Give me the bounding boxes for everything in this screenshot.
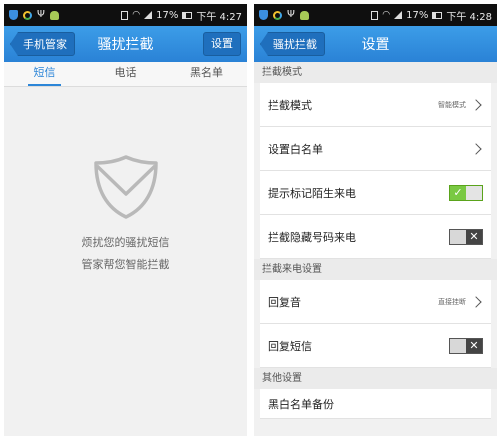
chevron-right-icon bbox=[470, 142, 482, 155]
screen-harassment-interception: Ψ ◠ 17% 下午 4:27 手机管家 骚扰拦截 设置 短信 电话 黑名单 烦… bbox=[4, 4, 247, 436]
battery-icon bbox=[432, 11, 443, 19]
usb-icon: Ψ bbox=[37, 9, 45, 20]
close-icon: ✕ bbox=[466, 338, 482, 353]
row-reply-sms: 回复短信 ✕ bbox=[260, 324, 491, 368]
usb-icon: Ψ bbox=[287, 9, 295, 20]
android-icon bbox=[299, 10, 309, 20]
clock: 下午 4:27 bbox=[196, 11, 242, 23]
tab-calls[interactable]: 电话 bbox=[85, 62, 166, 86]
shield-icon bbox=[9, 10, 18, 20]
wifi-icon: ◠ bbox=[382, 10, 391, 20]
toggle-block-hidden-numbers[interactable]: ✕ bbox=[449, 228, 483, 245]
clock: 下午 4:28 bbox=[446, 11, 492, 23]
signal-icon bbox=[394, 11, 403, 19]
row-reply-tone[interactable]: 回复音 直接挂断 bbox=[260, 280, 491, 324]
row-backup-lists[interactable]: 黑白名单备份 bbox=[260, 389, 491, 419]
toggle-reply-sms[interactable]: ✕ bbox=[449, 337, 483, 354]
empty-text-line2: 管家帮您智能拦截 bbox=[81, 258, 170, 271]
battery-percent: 17% bbox=[406, 9, 429, 21]
row-value: 直接挂断 bbox=[438, 297, 466, 306]
chevron-right-icon bbox=[470, 295, 482, 308]
battery-percent: 17% bbox=[156, 9, 179, 21]
tab-sms[interactable]: 短信 bbox=[4, 62, 85, 86]
wifi-icon: ◠ bbox=[132, 10, 141, 20]
ring-icon bbox=[273, 10, 282, 20]
ring-icon bbox=[23, 10, 32, 20]
row-label: 回复短信 bbox=[268, 339, 312, 353]
row-label: 拦截隐藏号码来电 bbox=[268, 230, 356, 244]
empty-text-line1: 烦扰您的骚扰短信 bbox=[81, 236, 170, 249]
section-header-call-settings: 拦截来电设置 bbox=[254, 259, 497, 280]
row-label: 回复音 bbox=[268, 295, 301, 309]
tab-bar: 短信 电话 黑名单 bbox=[4, 62, 247, 87]
section-header-other: 其他设置 bbox=[254, 368, 497, 389]
row-label: 提示标记陌生来电 bbox=[268, 186, 356, 200]
title-bar: 手机管家 骚扰拦截 设置 bbox=[4, 26, 247, 62]
row-block-hidden-numbers: 拦截隐藏号码来电 ✕ bbox=[260, 215, 491, 259]
check-icon: ✓ bbox=[450, 185, 466, 200]
battery-icon bbox=[182, 11, 193, 19]
page-title: 设置 bbox=[361, 37, 390, 53]
empty-state: 烦扰您的骚扰短信 管家帮您智能拦截 bbox=[4, 154, 247, 272]
envelope-shield-icon bbox=[91, 154, 161, 220]
status-bar: Ψ ◠ 17% 下午 4:27 bbox=[4, 4, 247, 26]
page-title: 骚扰拦截 bbox=[97, 37, 154, 53]
section-header-intercept-mode: 拦截模式 bbox=[254, 62, 497, 83]
vibrate-icon bbox=[371, 10, 379, 20]
row-mark-unknown-calls: 提示标记陌生来电 ✓ bbox=[260, 171, 491, 215]
back-button[interactable]: 骚扰拦截 bbox=[260, 32, 325, 56]
signal-icon bbox=[144, 11, 153, 19]
back-button[interactable]: 手机管家 bbox=[10, 32, 75, 56]
shield-icon bbox=[259, 10, 268, 20]
tab-blacklist[interactable]: 黑名单 bbox=[166, 62, 247, 86]
row-label: 设置白名单 bbox=[268, 142, 323, 156]
row-label: 黑白名单备份 bbox=[268, 397, 334, 411]
row-intercept-mode[interactable]: 拦截模式 智能模式 bbox=[260, 83, 491, 127]
close-icon: ✕ bbox=[466, 229, 482, 244]
android-icon bbox=[49, 10, 59, 20]
row-whitelist[interactable]: 设置白名单 bbox=[260, 127, 491, 171]
title-bar: 骚扰拦截 设置 bbox=[254, 26, 497, 62]
row-label: 拦截模式 bbox=[268, 98, 312, 112]
status-bar: Ψ ◠ 17% 下午 4:28 bbox=[254, 4, 497, 26]
vibrate-icon bbox=[121, 10, 129, 20]
row-value: 智能模式 bbox=[438, 100, 466, 109]
toggle-mark-unknown-calls[interactable]: ✓ bbox=[449, 184, 483, 201]
settings-button[interactable]: 设置 bbox=[203, 32, 241, 56]
screen-settings: Ψ ◠ 17% 下午 4:28 骚扰拦截 设置 拦截模式 拦截模式 智能模式 设… bbox=[254, 4, 497, 436]
chevron-right-icon bbox=[470, 98, 482, 111]
